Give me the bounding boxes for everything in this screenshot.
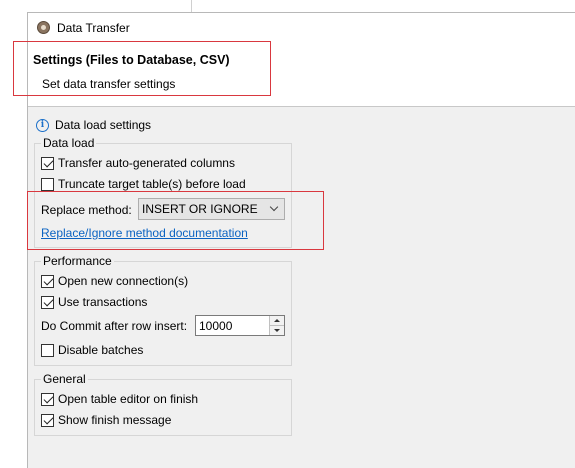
section-label: Data load settings [55,118,152,132]
window-title: Data Transfer [57,20,130,35]
background-divider [191,0,192,12]
checkbox-label: Open table editor on finish [58,392,199,406]
replace-method-label: Replace method: [41,203,132,217]
info-icon: i [36,118,49,132]
group-general: General [34,372,292,436]
page-description: Set data transfer settings [42,77,176,91]
checkbox-unchecked-icon[interactable] [41,343,54,357]
spinner-buttons [269,316,284,335]
checkbox-checked-icon[interactable] [41,413,54,427]
show-finish-message-checkbox[interactable]: Show finish message [41,413,171,427]
checkbox-checked-icon[interactable] [41,156,54,170]
background-top [27,0,575,12]
spin-up-button[interactable] [270,316,284,325]
background-strip [0,0,27,468]
checkbox-label: Disable batches [58,343,144,357]
chevron-down-icon[interactable] [271,206,278,213]
page-title: Settings (Files to Database, CSV) [33,53,230,67]
spin-down-button[interactable] [270,325,284,335]
checkbox-label: Open new connection(s) [58,274,189,288]
triangle-down-icon [274,329,280,332]
use-transactions-checkbox[interactable]: Use transactions [41,295,147,309]
replace-method-value: INSERT OR IGNORE [142,202,258,216]
commit-after-label: Do Commit after row insert: [41,319,188,333]
data-transfer-dialog: Data Transfer Settings (Files to Databas… [27,12,575,468]
checkbox-checked-icon[interactable] [41,274,54,288]
wizard-header: Settings (Files to Database, CSV) Set da… [28,42,575,107]
truncate-target-checkbox[interactable]: Truncate target table(s) before load [41,177,246,191]
checkbox-label: Transfer auto-generated columns [58,156,235,170]
transfer-auto-generated-checkbox[interactable]: Transfer auto-generated columns [41,156,235,170]
group-title-general: General [41,372,88,386]
section-data-load-settings: i Data load settings [36,118,151,132]
checkbox-checked-icon[interactable] [41,392,54,406]
triangle-up-icon [274,319,280,322]
checkbox-unchecked-icon[interactable] [41,177,54,191]
group-title-data-load: Data load [41,136,97,150]
app-icon [37,21,50,34]
replace-ignore-doc-link[interactable]: Replace/Ignore method documentation [41,226,248,240]
open-new-connection-checkbox[interactable]: Open new connection(s) [41,274,188,288]
replace-method-select[interactable]: INSERT OR IGNORE [138,198,285,220]
checkbox-label: Show finish message [58,413,172,427]
commit-after-value[interactable]: 10000 [196,319,269,333]
disable-batches-checkbox[interactable]: Disable batches [41,343,143,357]
group-title-performance: Performance [41,254,114,268]
title-bar[interactable]: Data Transfer [28,13,575,42]
checkbox-label: Truncate target table(s) before load [58,177,246,191]
commit-after-spinner[interactable]: 10000 [195,315,285,336]
open-table-editor-checkbox[interactable]: Open table editor on finish [41,392,198,406]
checkbox-label: Use transactions [58,295,148,309]
checkbox-checked-icon[interactable] [41,295,54,309]
